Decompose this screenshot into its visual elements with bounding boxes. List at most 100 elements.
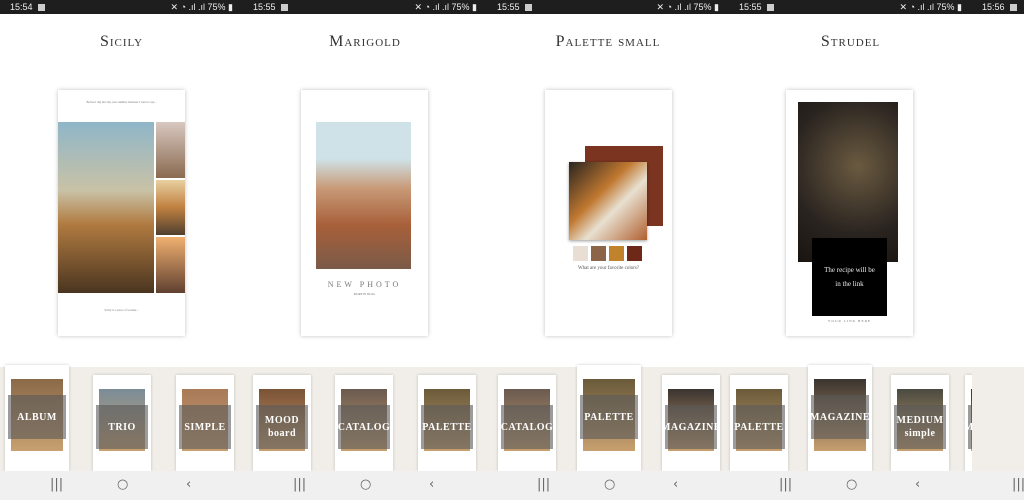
main-photo xyxy=(58,122,154,293)
battery-percent: 75% xyxy=(451,1,470,12)
template-thumbnail[interactable]: MEDIUM simple xyxy=(891,375,949,471)
template-title: Sicily xyxy=(99,33,144,50)
color-swatch xyxy=(609,246,624,261)
color-swatch xyxy=(573,246,588,261)
caption-top: Before I dig into my own summer business… xyxy=(86,100,157,104)
template-thumbnail[interactable]: MAGAZINE xyxy=(808,365,872,471)
recents-button[interactable]: ||| xyxy=(537,477,550,492)
signal-icon: ✕ ◔ .ıl .ıl xyxy=(899,1,937,12)
back-button[interactable]: ‹ xyxy=(429,477,434,492)
recents-button[interactable]: ||| xyxy=(50,477,63,492)
thumbnail-label: PALETTE xyxy=(733,405,785,449)
navigation-bar: ||| ○ ‹ xyxy=(243,471,487,500)
link-text: YOUR LINK HERE xyxy=(827,319,872,323)
template-preview[interactable]: The recipe will be in the link YOUR LINK… xyxy=(786,90,913,336)
status-bar: 15:55 ✕ ◔ .ıl .ıl 75% ▮ xyxy=(243,0,487,14)
template-preview[interactable]: What are your favorite colors? xyxy=(545,90,672,336)
color-swatch xyxy=(591,246,606,261)
template-thumbnail[interactable]: SIMPLE xyxy=(176,375,234,471)
signal-icon: ✕ ◔ .ıl .ıl xyxy=(414,1,452,12)
template-strip[interactable] xyxy=(972,367,1024,471)
thumbnail-label: TRIO xyxy=(96,405,148,449)
phone-screen: 15:56 ||| xyxy=(972,0,1024,500)
home-button[interactable]: ○ xyxy=(360,477,371,492)
template-thumbnail[interactable]: TRIO xyxy=(93,375,151,471)
notification-icon xyxy=(280,3,288,11)
home-button[interactable]: ○ xyxy=(117,477,128,492)
navigation-bar: ||| ○ ‹ xyxy=(729,471,972,500)
template-strip[interactable]: PALETTEMAGAZINEMEDIUM simpleMAGAZINE xyxy=(729,365,1024,471)
battery-status: ✕ ◔ .ıl .ıl 75% ▮ xyxy=(656,1,719,12)
thumbnail-label: MAGAZINE xyxy=(661,405,721,449)
flatlay-photo xyxy=(569,162,647,240)
battery-percent: 75% xyxy=(693,1,712,12)
recents-button[interactable]: ||| xyxy=(779,477,792,492)
template-strip[interactable]: MOOD board CATALOG PALETTE xyxy=(243,367,487,471)
side-photo xyxy=(156,180,185,235)
notification-icon xyxy=(766,3,774,11)
back-button[interactable]: ‹ xyxy=(186,477,191,492)
back-button[interactable]: ‹ xyxy=(673,477,678,492)
navigation-bar: ||| xyxy=(972,471,1024,500)
status-bar: 15:54 ✕ ◔ .ıl .ıl 75% ▮ xyxy=(0,0,243,14)
template-strip[interactable]: CATALOG PALETTE MAGAZINE xyxy=(487,365,729,471)
template-thumbnail[interactable]: PALETTE xyxy=(418,375,476,471)
phone-screen: 15:55 ✕ ◔ .ıl .ıl 75% ▮ Palette small CA… xyxy=(487,0,729,500)
template-thumbnail[interactable]: CATALOG xyxy=(335,375,393,471)
back-button[interactable]: ‹ xyxy=(915,477,920,492)
template-preview[interactable]: Before I dig into my own summer business… xyxy=(58,90,185,336)
clock: 15:54 xyxy=(10,2,33,12)
battery-status: ✕ ◔ .ıl .ıl 75% ▮ xyxy=(899,1,962,12)
template-thumbnail[interactable]: MOOD board xyxy=(253,375,311,471)
template-title: Marigold xyxy=(329,33,401,50)
status-bar: 15:56 xyxy=(972,0,1024,14)
template-thumbnail[interactable]: PALETTE xyxy=(577,365,641,471)
recipe-box: The recipe will be in the link xyxy=(812,238,887,316)
home-button[interactable]: ○ xyxy=(846,477,857,492)
navigation-bar: ||| ○ ‹ xyxy=(487,471,729,500)
thumbnail-label: CATALOG xyxy=(338,405,390,449)
thumbnail-label: PALETTE xyxy=(421,405,473,449)
signal-icon: ✕ ◔ .ıl .ıl xyxy=(170,1,208,12)
thumbnail-label: ALBUM xyxy=(8,395,66,439)
phone-screen: 15:55 ✕ ◔ .ıl .ıl 75% ▮ Marigold MOOD bo… xyxy=(243,0,487,500)
thumbnail-label: CATALOG xyxy=(501,405,553,449)
notification-icon xyxy=(1009,3,1017,11)
thumbnail-label: MEDIUM simple xyxy=(894,405,946,449)
template-thumbnail[interactable]: PALETTE xyxy=(730,375,788,471)
home-button[interactable]: ○ xyxy=(604,477,615,492)
side-photo xyxy=(156,237,185,293)
notification-icon xyxy=(524,3,532,11)
heading: NEW PHOTO xyxy=(327,280,402,289)
signal-icon: ✕ ◔ .ıl .ıl xyxy=(656,1,694,12)
recents-button[interactable]: ||| xyxy=(1012,477,1024,492)
battery-percent: 75% xyxy=(936,1,955,12)
template-preview[interactable]: NEW PHOTO MORE IN BLOG xyxy=(301,90,428,336)
battery-percent: 75% xyxy=(207,1,226,12)
template-title: Strudel xyxy=(820,33,881,50)
thumbnail-label: SIMPLE xyxy=(179,405,231,449)
phone-screen: 15:54 ✕ ◔ .ıl .ıl 75% ▮ Sicily ALBUM TRIO… xyxy=(0,0,243,500)
florence-photo xyxy=(316,122,411,269)
clock: 15:55 xyxy=(497,2,520,12)
status-bar: 15:55 ✕ ◔ .ıl .ıl 75% ▮ xyxy=(729,0,972,14)
navigation-bar: ||| ○ ‹ xyxy=(0,471,243,500)
caption-bottom: Sicily is a place of wonder... xyxy=(104,308,139,312)
clock: 15:55 xyxy=(739,2,762,12)
template-strip[interactable]: ALBUM TRIO SIMPLE xyxy=(0,365,243,471)
battery-status: ✕ ◔ .ıl .ıl 75% ▮ xyxy=(414,1,477,12)
thumbnail-label: MAGAZINE xyxy=(810,395,870,439)
subheading: MORE IN BLOG xyxy=(353,292,376,296)
template-thumbnail[interactable]: CATALOG xyxy=(498,375,556,471)
thumbnail-label: PALETTE xyxy=(580,395,638,439)
thumbnail-label: MOOD board xyxy=(256,405,308,449)
template-thumbnail[interactable]: MAGAZINE xyxy=(661,375,721,471)
recipe-text: The recipe will be in the link xyxy=(824,266,875,288)
recents-button[interactable]: ||| xyxy=(293,477,306,492)
clock: 15:56 xyxy=(982,2,1005,12)
template-title: Palette small xyxy=(555,33,661,50)
template-thumbnail[interactable]: ALBUM xyxy=(5,365,69,471)
color-swatch xyxy=(627,246,642,261)
clock: 15:55 xyxy=(253,2,276,12)
notification-icon xyxy=(37,3,45,11)
